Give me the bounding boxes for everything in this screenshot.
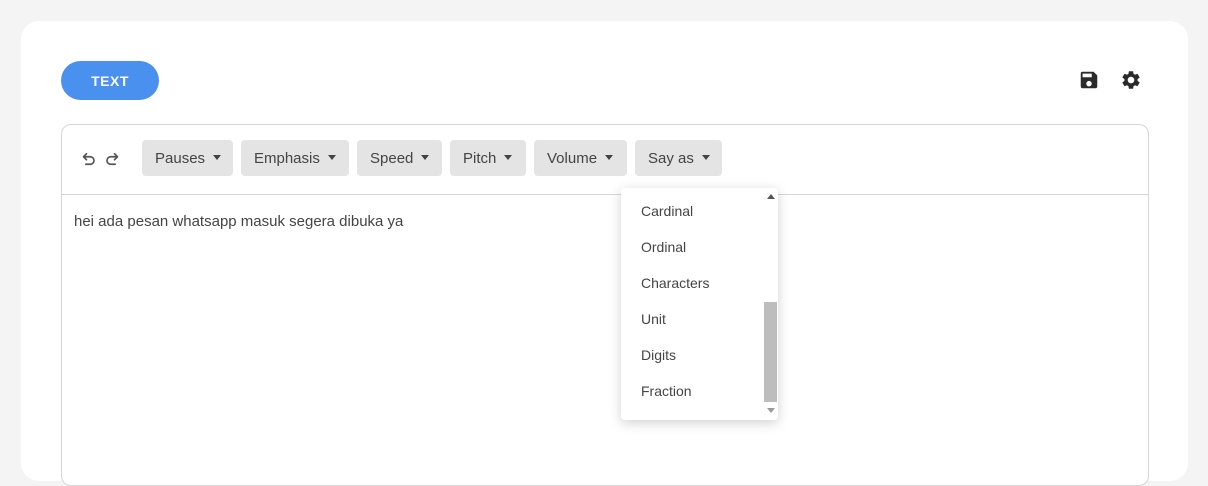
save-icon[interactable] bbox=[1078, 69, 1100, 91]
volume-label: Volume bbox=[547, 149, 598, 167]
ssml-editor: Pauses Emphasis Speed Pitch Volume Say a… bbox=[61, 124, 1149, 486]
caret-down-icon bbox=[701, 154, 710, 160]
say-as-option-unit[interactable]: Unit bbox=[641, 311, 666, 327]
caret-down-icon bbox=[421, 154, 430, 160]
scroll-down-arrow-icon[interactable] bbox=[767, 408, 775, 413]
say-as-label: Say as bbox=[648, 149, 694, 167]
say-as-option-cardinal[interactable]: Cardinal bbox=[641, 203, 693, 219]
volume-dropdown-button[interactable]: Volume bbox=[534, 140, 627, 176]
say-as-dropdown-button[interactable]: Say as bbox=[635, 140, 722, 176]
menu-scrollbar[interactable] bbox=[763, 188, 778, 420]
redo-icon[interactable] bbox=[104, 150, 122, 168]
editor-toolbar: Pauses Emphasis Speed Pitch Volume Say a… bbox=[62, 125, 1148, 195]
gear-icon[interactable] bbox=[1120, 69, 1142, 91]
pauses-dropdown-button[interactable]: Pauses bbox=[142, 140, 233, 176]
caret-down-icon bbox=[504, 154, 513, 160]
say-as-option-fraction[interactable]: Fraction bbox=[641, 383, 692, 399]
caret-down-icon bbox=[605, 154, 614, 160]
speed-label: Speed bbox=[370, 149, 414, 167]
say-as-option-characters[interactable]: Characters bbox=[641, 275, 709, 291]
editor-text[interactable]: hei ada pesan whatsapp masuk segera dibu… bbox=[74, 213, 403, 230]
scroll-up-arrow-icon[interactable] bbox=[767, 194, 775, 199]
say-as-menu: Cardinal Ordinal Characters Unit Digits … bbox=[621, 188, 778, 420]
emphasis-dropdown-button[interactable]: Emphasis bbox=[241, 140, 349, 176]
caret-down-icon bbox=[327, 154, 336, 160]
editor-card: TEXT Pauses Emphasis Speed Pitch Volume … bbox=[21, 21, 1188, 486]
undo-icon[interactable] bbox=[79, 150, 97, 168]
caret-down-icon bbox=[213, 154, 222, 160]
pitch-label: Pitch bbox=[463, 149, 497, 167]
scroll-thumb[interactable] bbox=[764, 302, 777, 402]
emphasis-label: Emphasis bbox=[254, 149, 320, 167]
say-as-option-digits[interactable]: Digits bbox=[641, 347, 676, 363]
text-mode-button[interactable]: TEXT bbox=[61, 61, 159, 100]
say-as-option-ordinal[interactable]: Ordinal bbox=[641, 239, 686, 255]
text-mode-label: TEXT bbox=[91, 72, 129, 89]
speed-dropdown-button[interactable]: Speed bbox=[357, 140, 442, 176]
pauses-label: Pauses bbox=[155, 149, 206, 167]
pitch-dropdown-button[interactable]: Pitch bbox=[450, 140, 526, 176]
